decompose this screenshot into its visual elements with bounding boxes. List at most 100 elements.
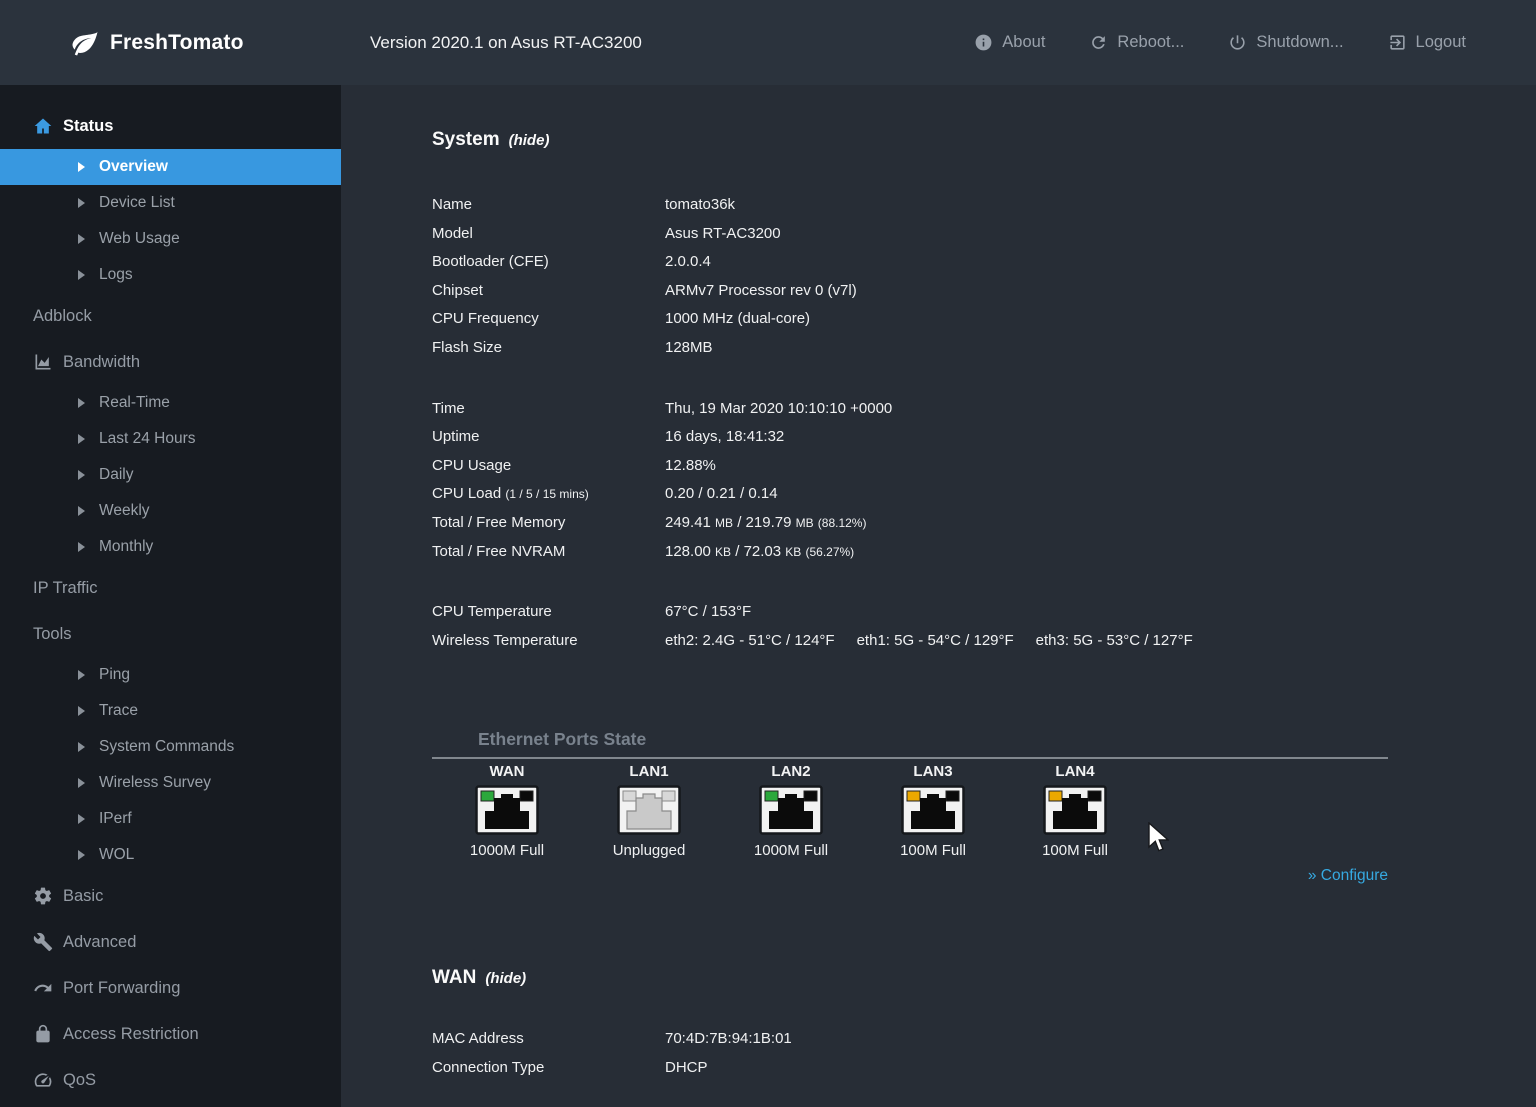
sidebar-item-monthly[interactable]: Monthly [0,529,341,565]
sidebar-item-bandwidth[interactable]: Bandwidth [0,339,341,385]
info-row: ModelAsus RT-AC3200 [432,220,1536,249]
port-name: LAN3 [862,763,1004,780]
sidebar-item-label: Device List [99,194,175,212]
row-value: 16 days, 18:41:32 [665,423,1536,452]
main-content: System(hide) Nametomato36kModelAsus RT-A… [341,85,1536,1107]
ethernet-port-lan1: LAN1 Unplugged [578,763,720,859]
ethernet-port-icon [617,785,681,835]
sidebar-item-label: IP Traffic [33,579,98,598]
row-value: ARMv7 Processor rev 0 (v7l) [665,277,1536,306]
sidebar-item-status[interactable]: Status [0,103,341,149]
ethernet-port-icon [1043,785,1107,835]
port-speed: 1000M Full [720,842,862,859]
port-speed: 100M Full [1004,842,1146,859]
sidebar-item-overview[interactable]: Overview [0,149,341,185]
row-value: 0.20 / 0.21 / 0.14 [665,480,1536,509]
power-icon [1228,33,1247,52]
row-label: Bootloader (CFE) [432,248,665,277]
gauge-icon [33,1070,53,1090]
sidebar-item-system-commands[interactable]: System Commands [0,729,341,765]
info-row: MAC Address70:4D:7B:94:1B:01 [432,1025,1536,1054]
sidebar-item-label: IPerf [99,810,132,828]
caret-right-icon [78,814,85,824]
sidebar-item-access-restriction[interactable]: Access Restriction [0,1011,341,1057]
ethernet-port-icon [759,785,823,835]
sidebar-item-last-24-hours[interactable]: Last 24 Hours [0,421,341,457]
header-link-reboot[interactable]: Reboot... [1089,33,1184,52]
system-section: System(hide) Nametomato36kModelAsus RT-A… [432,129,1536,655]
port-name: LAN2 [720,763,862,780]
ethernet-port-lan3: LAN3 100M Full [862,763,1004,859]
sidebar-item-label: Access Restriction [63,1025,199,1044]
sidebar-item-wol[interactable]: WOL [0,837,341,873]
row-label: Model [432,220,665,249]
sidebar-item-trace[interactable]: Trace [0,693,341,729]
row-value: 1000 MHz (dual-core) [665,305,1536,334]
info-row: Total / Free Memory249.41 MB / 219.79 MB… [432,509,1536,538]
header-link-label: Logout [1416,33,1466,52]
sidebar-item-ping[interactable]: Ping [0,657,341,693]
sidebar-item-label: Real-Time [99,394,170,412]
row-label: Connection Type [432,1054,665,1083]
wan-section-title: WAN [432,967,476,988]
header-link-label: Reboot... [1117,33,1184,52]
sidebar-item-device-list[interactable]: Device List [0,185,341,221]
sidebar-item-advanced[interactable]: Advanced [0,919,341,965]
ethernet-port-icon [901,785,965,835]
configure-link[interactable]: » Configure [1308,867,1388,884]
row-value: DHCP [665,1054,1536,1083]
info-row: Uptime16 days, 18:41:32 [432,423,1536,452]
sidebar-item-label: Web Usage [99,230,180,248]
caret-right-icon [78,670,85,680]
sidebar-item-label: WOL [99,846,134,864]
wan-hide-link[interactable]: (hide) [485,970,526,987]
row-value: Asus RT-AC3200 [665,220,1536,249]
sidebar-item-wireless-survey[interactable]: Wireless Survey [0,765,341,801]
row-value: 12.88% [665,452,1536,481]
system-hide-link[interactable]: (hide) [509,132,550,149]
ethernet-port-lan2: LAN2 1000M Full [720,763,862,859]
row-value: 128MB [665,334,1536,363]
forward-icon [33,978,53,998]
header-link-about[interactable]: About [974,33,1045,52]
row-label: CPU Load (1 / 5 / 15 mins) [432,480,665,509]
info-row: Wireless Temperatureeth2: 2.4G - 51°C / … [432,627,1536,656]
sidebar-item-qos[interactable]: QoS [0,1057,341,1103]
row-label: Name [432,191,665,220]
wan-section: WAN (hide) MAC Address70:4D:7B:94:1B:01Co… [432,967,1536,1082]
sidebar-item-label: Weekly [99,502,150,520]
sidebar-item-tools[interactable]: Tools [0,611,341,657]
sidebar-item-ip-traffic[interactable]: IP Traffic [0,565,341,611]
sidebar-item-daily[interactable]: Daily [0,457,341,493]
info-row: CPU Temperature67°C / 153°F [432,598,1536,627]
row-value: 70:4D:7B:94:1B:01 [665,1025,1536,1054]
info-row: Nametomato36k [432,191,1536,220]
sidebar-item-web-usage[interactable]: Web Usage [0,221,341,257]
sidebar-nav: StatusOverview Device List Web Usage Logs Ad… [0,85,341,1107]
sidebar-item-label: Logs [99,266,133,284]
reboot-icon [1089,33,1108,52]
info-row: Bootloader (CFE)2.0.0.4 [432,248,1536,277]
sidebar-item-label: Wireless Survey [99,774,211,792]
row-label: Total / Free Memory [432,509,665,538]
sidebar-item-label: Basic [63,887,103,906]
caret-right-icon [78,198,85,208]
sidebar-item-logs[interactable]: Logs [0,257,341,293]
logo-text: FreshTomato [110,31,244,55]
header-link-shutdown[interactable]: Shutdown... [1228,33,1343,52]
info-row: CPU Usage12.88% [432,452,1536,481]
sidebar-item-label: Last 24 Hours [99,430,196,448]
tools-icon [33,932,53,952]
caret-right-icon [78,706,85,716]
sidebar-item-basic[interactable]: Basic [0,873,341,919]
sidebar-item-weekly[interactable]: Weekly [0,493,341,529]
sidebar-item-adblock[interactable]: Adblock [0,293,341,339]
header-link-logout[interactable]: Logout [1388,33,1466,52]
info-row: TimeThu, 19 Mar 2020 10:10:10 +0000 [432,395,1536,424]
sidebar-item-port-forwarding[interactable]: Port Forwarding [0,965,341,1011]
sidebar-item-real-time[interactable]: Real-Time [0,385,341,421]
sidebar-item-iperf[interactable]: IPerf [0,801,341,837]
home-icon [33,116,53,136]
configure-row: » Configure [432,867,1388,885]
caret-right-icon [78,434,85,444]
